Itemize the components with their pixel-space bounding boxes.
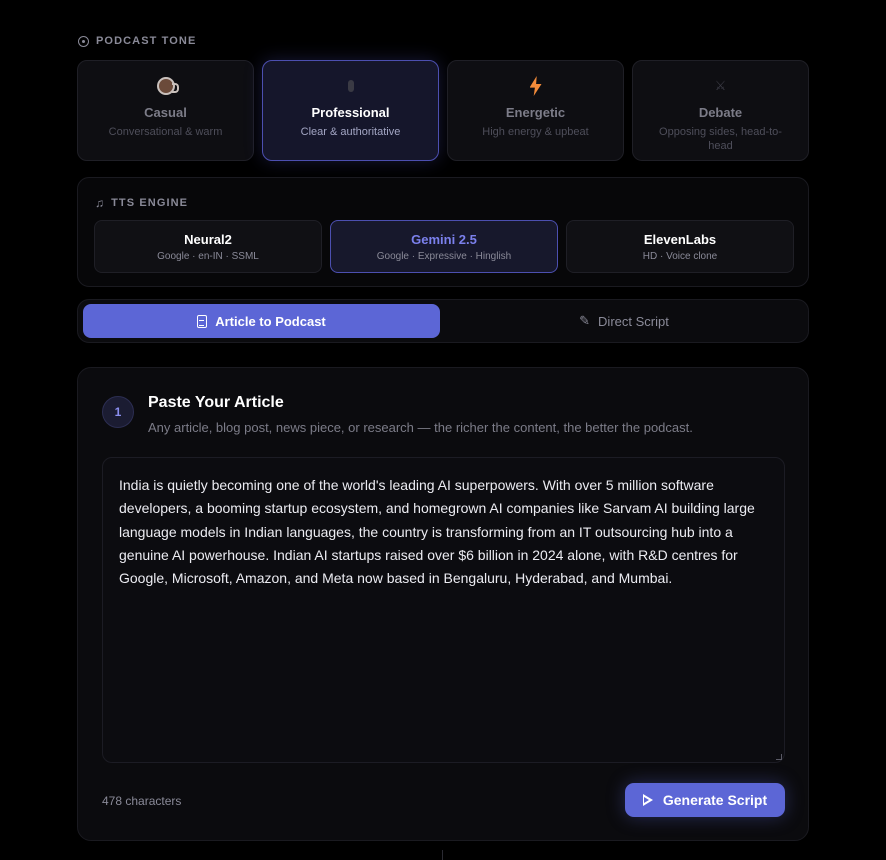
tts-card-elevenlabs[interactable]: ElevenLabs HD · Voice clone	[566, 220, 794, 273]
tab-direct-script[interactable]: ✎ Direct Script	[443, 304, 805, 338]
tts-card-gemini[interactable]: Gemini 2.5 Google · Expressive · Hinglis…	[330, 220, 558, 273]
character-count: 478 characters	[102, 794, 182, 808]
tone-card-casual[interactable]: Casual Conversational & warm	[77, 60, 254, 161]
coffee-cup-icon	[156, 77, 179, 95]
microphone-icon	[347, 80, 354, 92]
tts-engine-panel: ♫ TTS ENGINE Neural2 Google · en-IN · SS…	[77, 177, 809, 287]
article-panel: 1 Paste Your Article Any article, blog p…	[77, 367, 809, 841]
article-title: Paste Your Article	[148, 394, 284, 411]
mode-tabs: Article to Podcast ✎ Direct Script	[77, 299, 809, 343]
document-icon	[197, 314, 208, 328]
tone-options: Casual Conversational & warm Professiona…	[77, 60, 809, 161]
tone-card-professional[interactable]: Professional Clear & authoritative	[262, 60, 439, 161]
step-badge: 1	[102, 396, 134, 428]
radio-signal-icon	[78, 35, 89, 47]
crossed-swords-icon: ⚔	[714, 78, 727, 93]
tts-engine-label: ♫ TTS ENGINE	[95, 196, 189, 210]
music-note-icon: ♫	[95, 196, 106, 210]
podcast-tone-label: PODCAST TONE	[78, 35, 196, 47]
tts-card-neural2[interactable]: Neural2 Google · en-IN · SSML	[94, 220, 322, 273]
article-textarea[interactable]: India is quietly becoming one of the wor…	[102, 457, 785, 763]
tone-card-debate[interactable]: ⚔ Debate Opposing sides, head-to-head	[632, 60, 809, 161]
divider	[442, 850, 443, 860]
tone-card-energetic[interactable]: Energetic High energy & upbeat	[447, 60, 624, 161]
edit-icon: ✎	[579, 313, 591, 328]
play-icon	[642, 794, 654, 806]
generate-script-button[interactable]: Generate Script	[625, 783, 785, 817]
lightning-icon	[529, 76, 542, 96]
tab-article-to-podcast[interactable]: Article to Podcast	[83, 304, 440, 338]
resize-handle[interactable]	[776, 754, 782, 760]
tts-options: Neural2 Google · en-IN · SSML Gemini 2.5…	[94, 220, 794, 273]
article-subtitle: Any article, blog post, news piece, or r…	[148, 420, 693, 435]
